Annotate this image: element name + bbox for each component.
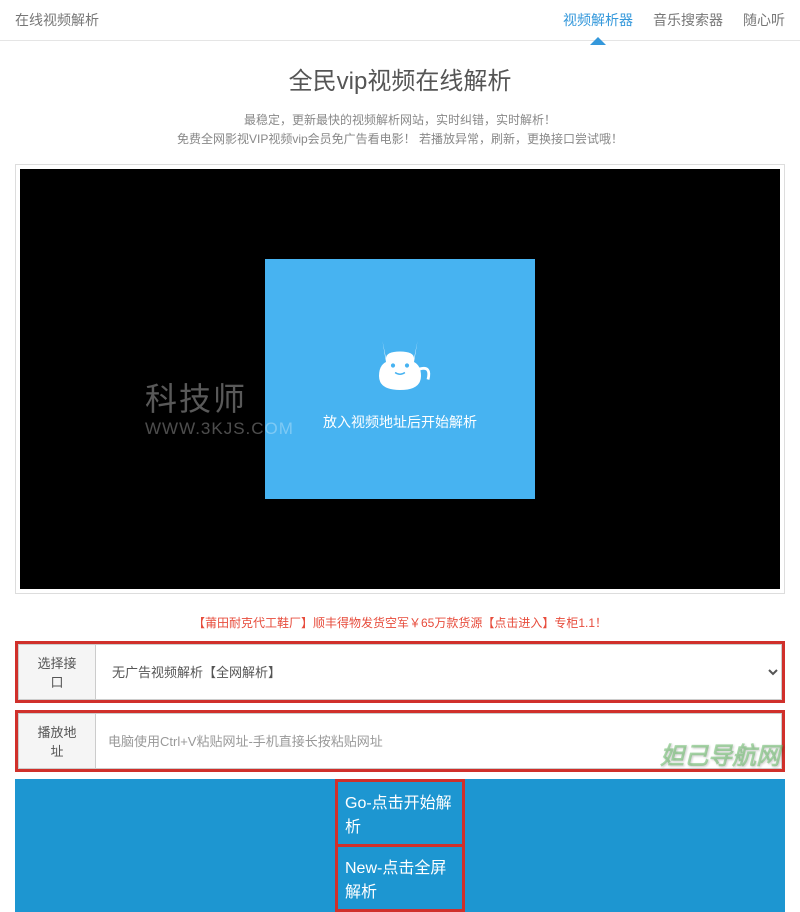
address-label: 播放地址 xyxy=(18,713,96,769)
subtitle-line1: 最稳定，更新最快的视频解析网站，实时纠错，实时解析！ xyxy=(0,111,800,130)
parse-buttons-center: Go-点击开始解析 New-点击全屏解析 xyxy=(335,779,465,912)
parse-button-left[interactable] xyxy=(15,779,335,912)
interface-row: 选择接口 无广告视频解析【全网解析】 xyxy=(15,641,785,703)
header: 在线视频解析 视频解析器 音乐搜索器 随心听 xyxy=(0,0,800,41)
page-subtitle: 最稳定，更新最快的视频解析网站，实时纠错，实时解析！ 免费全网影视VIP视频vi… xyxy=(0,111,800,149)
placeholder-text: 放入视频地址后开始解析 xyxy=(323,412,477,432)
cat-icon xyxy=(365,327,435,397)
video-placeholder: 放入视频地址后开始解析 xyxy=(265,259,535,499)
video-container: 科技师 WWW.3KJS.COM 放入视频地址后开始解析 xyxy=(15,164,785,594)
go-parse-button[interactable]: Go-点击开始解析 xyxy=(338,782,462,847)
subtitle-line2: 免费全网影视VIP视频vip会员免广告看电影！ 若播放异常，刷新，更换接口尝试哦… xyxy=(0,130,800,149)
button-row: Go-点击开始解析 New-点击全屏解析 xyxy=(15,779,785,912)
parse-button-right[interactable] xyxy=(465,779,785,912)
nav-random-listen[interactable]: 随心听 xyxy=(743,10,785,30)
nav-menu: 视频解析器 音乐搜索器 随心听 xyxy=(563,10,785,30)
promo-link[interactable]: 【莆田耐克代工鞋厂】顺丰得物发货空军￥65万款货源【点击进入】专柜1.1！ xyxy=(0,614,800,631)
video-player[interactable]: 科技师 WWW.3KJS.COM 放入视频地址后开始解析 xyxy=(20,169,780,589)
watermark-brand: 科技师 xyxy=(145,374,247,420)
nav-video-parser[interactable]: 视频解析器 xyxy=(563,10,633,30)
site-title: 在线视频解析 xyxy=(15,10,99,30)
new-fullscreen-button[interactable]: New-点击全屏解析 xyxy=(338,847,462,909)
bottom-watermark: 妲己导航网 xyxy=(660,736,780,771)
interface-label: 选择接口 xyxy=(18,644,96,700)
page-title: 全民vip视频在线解析 xyxy=(0,61,800,96)
watermark-url: WWW.3KJS.COM xyxy=(145,419,294,439)
interface-select[interactable]: 无广告视频解析【全网解析】 xyxy=(96,644,782,700)
nav-music-search[interactable]: 音乐搜索器 xyxy=(653,10,723,30)
